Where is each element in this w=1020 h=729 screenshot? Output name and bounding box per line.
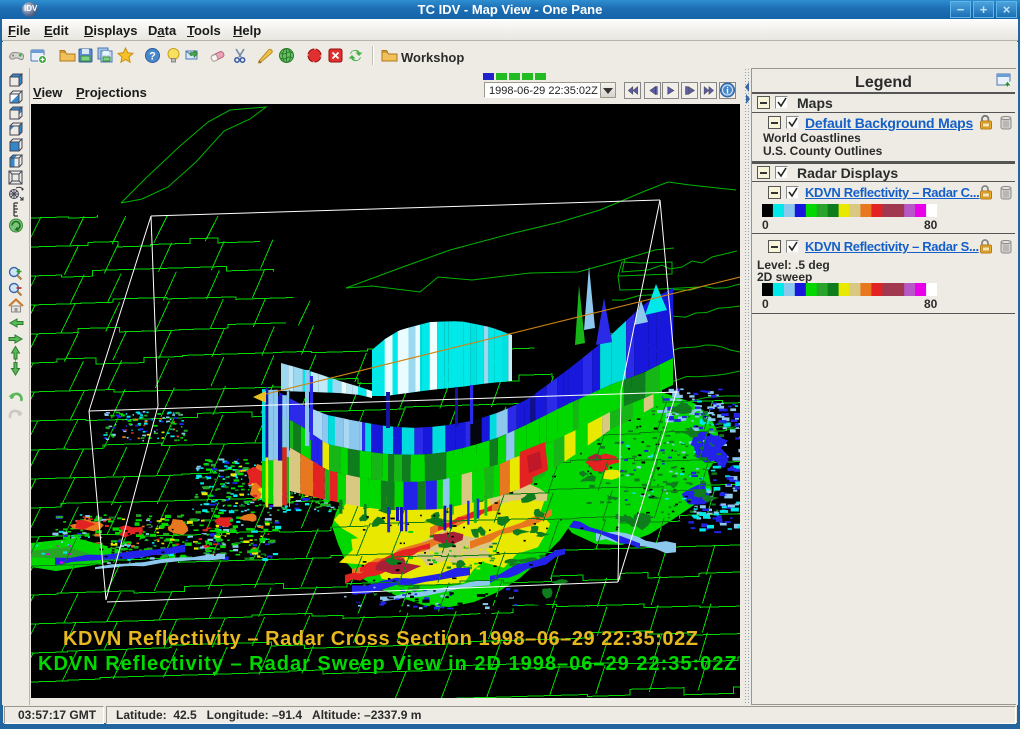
svg-text:KDVN Reflectivity – Radar Cros: KDVN Reflectivity – Radar Cross Section … bbox=[63, 628, 699, 650]
svg-text:?: ? bbox=[149, 51, 156, 63]
svg-text:KDVN Reflectivity – Radar Swee: KDVN Reflectivity – Radar Sweep View in … bbox=[38, 653, 738, 675]
